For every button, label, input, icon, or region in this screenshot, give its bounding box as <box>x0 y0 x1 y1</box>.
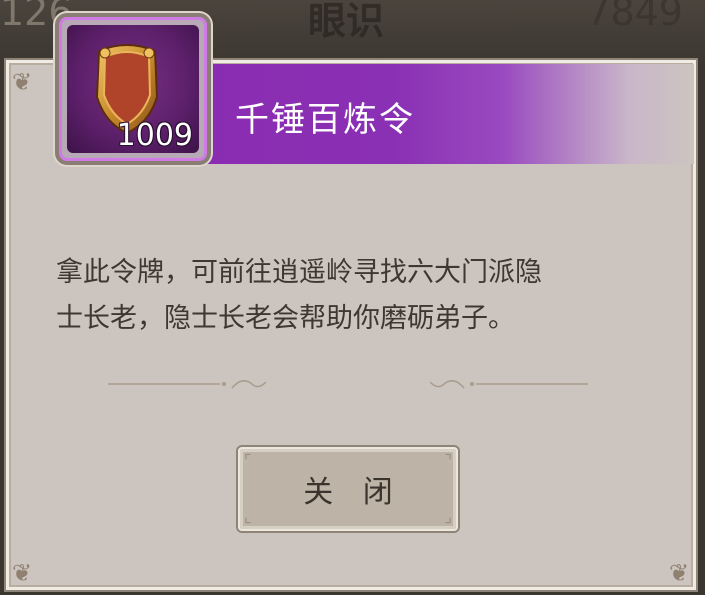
dialog-header-banner <box>150 64 694 164</box>
item-count: 1009 <box>116 118 193 153</box>
background-label: 眼识 <box>308 0 385 43</box>
description-line: 士长老，隐士长老会帮助你磨砺弟子。 <box>56 303 515 334</box>
item-description: 拿此令牌，可前往逍遥岭寻找六大门派隐 士长老，隐士长老会帮助你磨砺弟子。 <box>56 250 646 342</box>
description-line: 拿此令牌，可前往逍遥岭寻找六大门派隐 <box>56 257 542 288</box>
ornament-corner-icon: ❦ <box>11 559 33 587</box>
background-value-right: 7849 <box>586 0 683 34</box>
close-button-label: 关 闭 <box>303 475 403 510</box>
ornamental-divider <box>108 380 588 389</box>
item-icon-background: 1009 <box>67 25 199 153</box>
ornament-corner-icon: ❦ <box>11 68 33 96</box>
ornament-corner-icon: ❦ <box>668 559 690 587</box>
item-icon-frame: 1009 <box>55 13 211 165</box>
close-button[interactable]: ⌜ ⌝ ⌞ ⌟ 关 闭 <box>238 447 458 531</box>
item-title: 千锤百炼令 <box>235 100 415 140</box>
